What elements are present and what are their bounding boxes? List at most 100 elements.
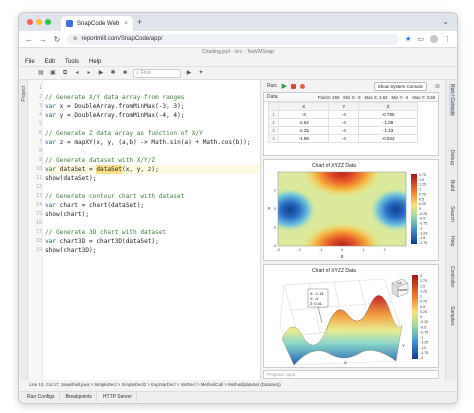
url-text: reportmill.com/SnapCode/app/ bbox=[81, 36, 163, 42]
cell-y[interactable]: -4 bbox=[328, 110, 360, 119]
profile-avatar[interactable] bbox=[430, 35, 438, 43]
code-line[interactable]: 2// Generate X/Y data array from ranges bbox=[39, 93, 259, 102]
code-line[interactable]: 8 bbox=[39, 147, 259, 156]
code-line[interactable]: 5 bbox=[39, 120, 259, 129]
site-info-icon[interactable]: ⚙ bbox=[73, 36, 77, 42]
save-icon[interactable]: ▣ bbox=[49, 69, 57, 77]
chart3d-view[interactable]: Chart of XYZZ Data X: -1.13 Y: -4 Z: 0.4… bbox=[263, 264, 439, 368]
forward-arrow-icon[interactable]: → bbox=[39, 35, 47, 44]
code-line[interactable]: 7 var z = mapXY(x, y, (a,b) -> Math.sin(a… bbox=[39, 138, 259, 147]
browser-tab[interactable]: SnapCode Web × bbox=[61, 16, 133, 31]
menu-edit[interactable]: Edit bbox=[45, 59, 55, 65]
right-tab-controller[interactable]: Controller bbox=[449, 266, 455, 288]
reload-icon[interactable]: ↻ bbox=[53, 35, 61, 44]
cell-y[interactable]: -4 bbox=[328, 134, 360, 143]
code-lines[interactable]: 1 2// Generate X/Y data array from ranges… bbox=[36, 84, 259, 255]
code-line[interactable]: 18 var chart3D = chart3D(dataSet); bbox=[36, 237, 259, 246]
cell-x[interactable]: -2.25 bbox=[277, 126, 330, 135]
menu-help[interactable]: Help bbox=[89, 59, 101, 65]
sidebar-panel-icon[interactable]: ▭ bbox=[417, 35, 424, 43]
row-number: 4 bbox=[268, 134, 279, 143]
bookmark-star-icon[interactable]: ★ bbox=[405, 35, 411, 43]
run-stop-icon[interactable] bbox=[290, 83, 296, 89]
table-row[interactable]: 3 -2.25 -4 -1.43 bbox=[268, 126, 418, 135]
tab-run-configs[interactable]: Run Configs bbox=[23, 392, 60, 402]
new-tab-button[interactable]: + bbox=[137, 17, 142, 27]
browser-menu-icon[interactable]: ⋮ bbox=[444, 35, 451, 43]
dataset-table[interactable]: X Y Z 1 -3 -4 -0.795 2 -2.62 -4 -1.09 3 … bbox=[268, 102, 418, 143]
code-line[interactable]: 6// Generate Z data array as function of… bbox=[39, 129, 259, 138]
table-row[interactable]: 4 -1.88 -4 -0.942 bbox=[268, 134, 418, 143]
cell-z[interactable]: -0.942 bbox=[358, 134, 418, 143]
minimize-window-button[interactable] bbox=[36, 19, 42, 25]
tab-breakpoints[interactable]: Breakpoints bbox=[62, 392, 97, 402]
legend-label: -0.5 bbox=[419, 217, 425, 221]
show-system-console-button[interactable]: Show System Console bbox=[373, 81, 427, 91]
code-token: // Generate X/Y data array from ranges bbox=[45, 94, 185, 101]
cell-x[interactable]: -2.62 bbox=[277, 118, 330, 127]
tab-close-icon[interactable]: × bbox=[124, 21, 128, 27]
forward-icon[interactable]: ▸ bbox=[85, 69, 93, 77]
cell-y[interactable]: -4 bbox=[328, 126, 360, 135]
close-window-button[interactable] bbox=[27, 19, 33, 25]
chart3d-svg[interactable]: X: -1.13 Y: -4 Z: 0.41 TOP FRONT X Y 21.… bbox=[264, 265, 440, 367]
contour-chart-view[interactable]: Chart of XYZZ Data -3 -2 -1 0 1 2 -4 -2 … bbox=[263, 159, 439, 261]
program-input-field[interactable]: Program input bbox=[263, 370, 439, 379]
code-line[interactable]: 14 var chart = chart(dataSet); bbox=[36, 201, 259, 210]
line-number: 16 bbox=[35, 220, 42, 226]
search-icon: ⌕ bbox=[136, 70, 139, 76]
clear-console-icon[interactable]: ⊘ bbox=[435, 83, 440, 90]
tab-http-server[interactable]: HTTP Server bbox=[99, 392, 138, 402]
code-line[interactable]: 16 bbox=[36, 219, 259, 228]
menu-tools[interactable]: Tools bbox=[65, 59, 79, 65]
cell-z[interactable]: -1.43 bbox=[358, 126, 418, 135]
code-line[interactable]: 13// Generate contour chart with dataset bbox=[36, 192, 259, 201]
new-file-icon[interactable]: ▤ bbox=[37, 69, 45, 77]
cell-x[interactable]: -3 bbox=[277, 110, 330, 119]
find-field[interactable]: ⌕ Find bbox=[133, 68, 181, 78]
code-line[interactable]: 4 var y = DoubleArray.fromMinMax(-4, 4); bbox=[39, 111, 259, 120]
back-arrow-icon[interactable]: ← bbox=[25, 35, 33, 44]
cell-z[interactable]: -1.09 bbox=[358, 118, 418, 127]
save-all-icon[interactable]: ⧉ bbox=[61, 69, 69, 77]
cell-z[interactable]: -0.795 bbox=[358, 110, 418, 119]
code-line[interactable]: 10 var dataSet = dataSet (x, y, z); bbox=[36, 165, 259, 174]
code-line[interactable]: 15 show(chart); bbox=[36, 210, 259, 219]
right-tab-build[interactable]: Build bbox=[449, 180, 455, 191]
right-tab-search[interactable]: Search bbox=[449, 206, 455, 222]
right-tab-run-console[interactable]: Run / Console bbox=[449, 84, 455, 116]
code-line[interactable]: 19 show(chart3D); bbox=[36, 246, 259, 255]
legend-label: -2 bbox=[420, 356, 423, 360]
code-line[interactable]: 9// Generate dataset with X/Y/Z bbox=[39, 156, 259, 165]
tab-search-chevron-icon[interactable]: ⌄ bbox=[442, 17, 449, 26]
contour-chart-svg[interactable]: -3 -2 -1 0 1 2 -4-202 X Y 1.751.51.2510.750.5… bbox=[264, 160, 440, 260]
line-number: 14 bbox=[35, 202, 42, 208]
settings-icon[interactable]: ✦ bbox=[197, 69, 205, 77]
right-tab-debug[interactable]: Debug bbox=[449, 150, 455, 165]
url-field[interactable]: ⚙ reportmill.com/SnapCode/app/ bbox=[67, 33, 400, 45]
table-row[interactable]: 1 -3 -4 -0.795 bbox=[268, 110, 418, 119]
table-row[interactable]: 2 -2.62 -4 -1.09 bbox=[268, 118, 418, 127]
right-tab-help[interactable]: Help bbox=[449, 236, 455, 246]
back-icon[interactable]: ◂ bbox=[73, 69, 81, 77]
run-config-icon[interactable]: ▶ bbox=[185, 69, 193, 77]
code-line[interactable]: 12 bbox=[36, 183, 259, 192]
zoom-window-button[interactable] bbox=[45, 19, 51, 25]
run-play-icon[interactable]: ▶ bbox=[282, 82, 287, 90]
tab-project[interactable]: Project bbox=[21, 86, 27, 102]
code-line[interactable]: 1 bbox=[39, 84, 259, 93]
line-number: 6 bbox=[38, 130, 42, 136]
cell-y[interactable]: -4 bbox=[328, 118, 360, 127]
run-toolbar-icon[interactable]: ▶ bbox=[97, 69, 105, 77]
stop-toolbar-icon[interactable]: ■ bbox=[121, 69, 129, 77]
view-cube-icon[interactable]: TOP FRONT bbox=[391, 278, 409, 298]
right-tab-samples[interactable]: Samples bbox=[449, 306, 455, 325]
code-editor[interactable]: 1 2// Generate X/Y data array from ranges… bbox=[29, 80, 261, 380]
code-line[interactable]: 17// Generate 3D chart with dataset bbox=[36, 228, 259, 237]
cell-x[interactable]: -1.88 bbox=[277, 134, 330, 143]
run-record-icon[interactable] bbox=[299, 83, 305, 89]
code-line[interactable]: 11 show(dataSet); bbox=[36, 174, 259, 183]
menu-file[interactable]: File bbox=[25, 59, 35, 65]
code-line[interactable]: 3 var x = DoubleArray.fromMinMax(-3, 3); bbox=[39, 102, 259, 111]
debug-toolbar-icon[interactable]: ✱ bbox=[109, 69, 117, 77]
